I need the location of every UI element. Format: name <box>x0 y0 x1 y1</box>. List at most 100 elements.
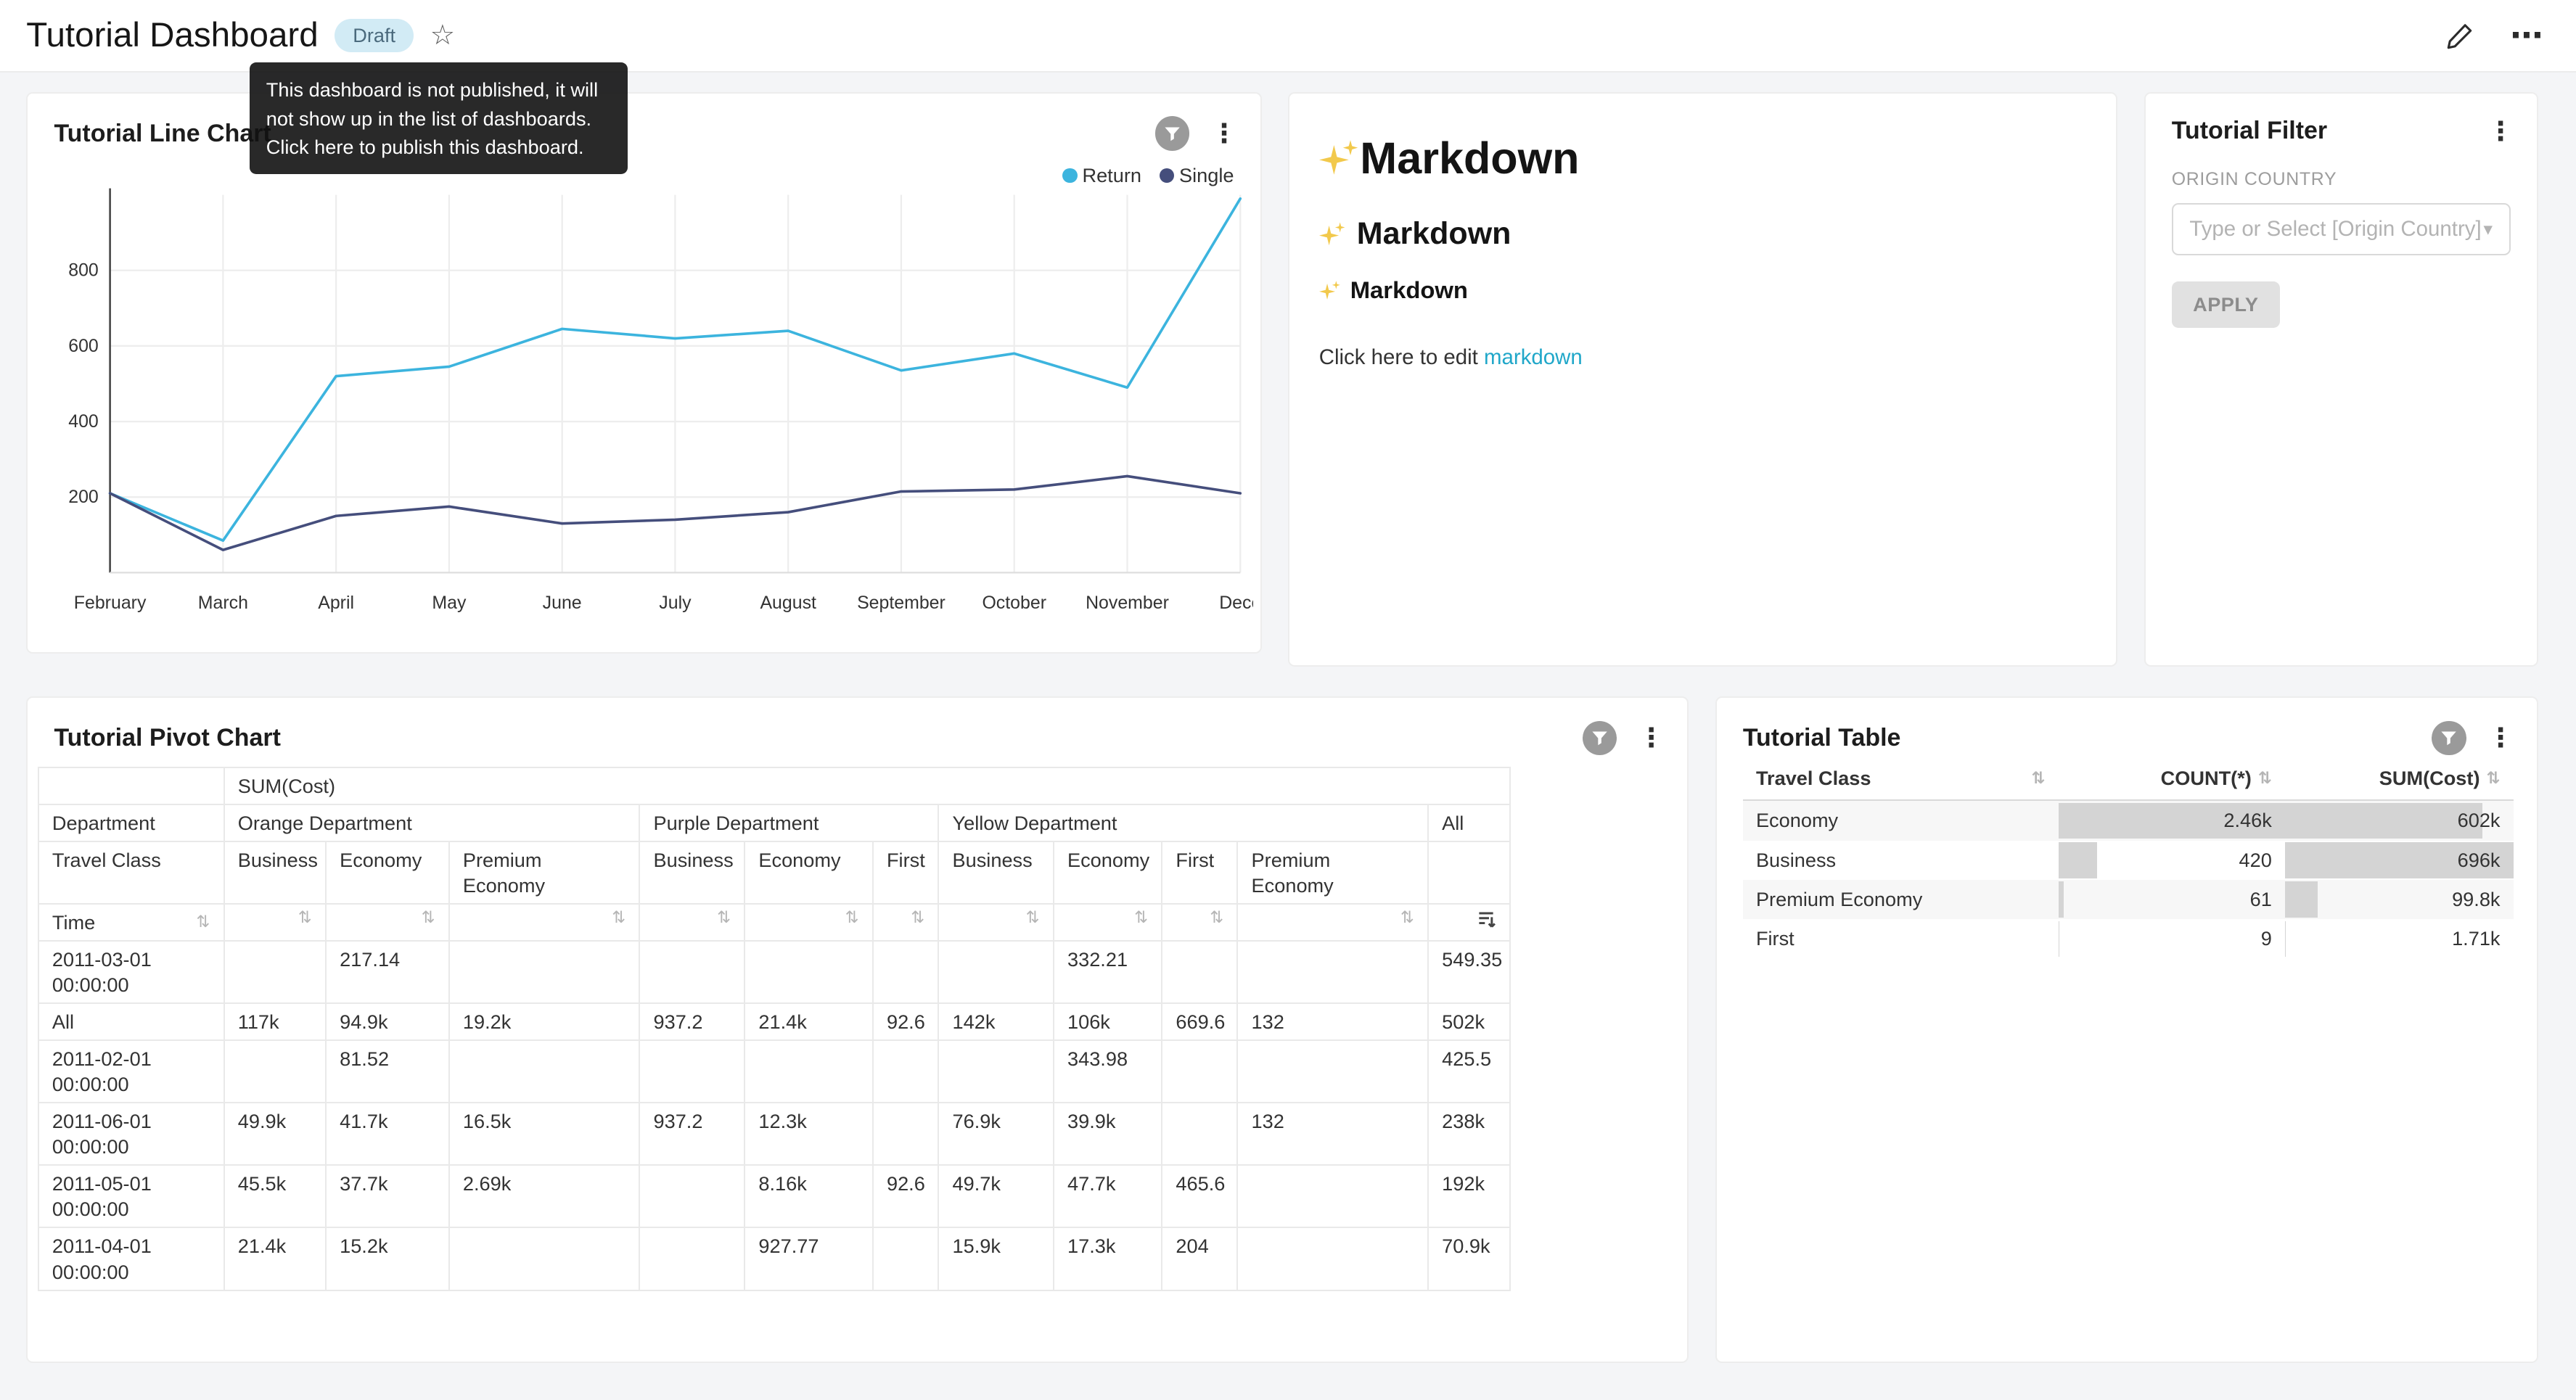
pivot-col-header: Economy <box>745 841 873 904</box>
svg-text:March: March <box>198 593 248 614</box>
pivot-cell: 21.4k <box>224 1227 326 1290</box>
cross-filter-icon[interactable] <box>1583 721 1617 756</box>
sparkles-icon <box>1319 221 1345 247</box>
sort-toggle-icon[interactable]: ⇅ <box>1210 910 1223 926</box>
dashboard-header: Tutorial Dashboard Draft ☆ ⋯ <box>0 0 2576 73</box>
pivot-cell: 41.7k <box>326 1103 449 1165</box>
pivot-row-label: All <box>38 1003 224 1040</box>
line-chart-svg: 200400600800FebruaryMarchAprilMayJuneJul… <box>38 178 1253 628</box>
more-actions-icon[interactable]: ⋯ <box>2510 25 2543 45</box>
svg-text:Dece: Dece <box>1219 593 1253 614</box>
svg-text:200: 200 <box>68 487 99 508</box>
pivot-cell: 92.6 <box>873 1165 939 1227</box>
pivot-class-header: Travel Class <box>38 841 224 904</box>
pivot-col-header: Business <box>938 841 1053 904</box>
pivot-row-label: 2011-06-01 00:00:00 <box>38 1103 224 1165</box>
kebab-menu-icon[interactable]: ⋮ <box>2487 118 2514 144</box>
card-tutorial-table: Tutorial Table ⋮ Travel Class⇅COUNT(*)⇅S… <box>1715 696 2538 1363</box>
pivot-cell: 92.6 <box>873 1003 939 1040</box>
table-col-label: Travel Class <box>1756 767 1871 790</box>
pivot-metric-header: SUM(Cost) <box>224 767 1511 804</box>
card-title: Tutorial Line Chart <box>54 119 271 149</box>
pivot-group-header: Orange Department <box>224 804 640 841</box>
pivot-group-header: Purple Department <box>639 804 938 841</box>
favorite-star-icon[interactable]: ☆ <box>430 22 456 49</box>
card-title: Tutorial Filter <box>2172 116 2327 146</box>
table-cell-sum: 1.71k <box>2285 919 2514 958</box>
table-col-label: COUNT(*) <box>2161 767 2252 790</box>
sort-toggle-icon[interactable]: ⇅ <box>298 910 312 926</box>
sort-toggle-icon[interactable]: ⇅ <box>717 910 731 926</box>
svg-text:April: April <box>318 593 354 614</box>
sort-toggle-icon[interactable]: ⇅ <box>612 910 625 926</box>
cross-filter-icon[interactable] <box>2432 721 2466 756</box>
pivot-cell: 425.5 <box>1428 1040 1510 1103</box>
table-row: Premium Economy6199.8k <box>1743 880 2514 919</box>
pivot-time-label: Time <box>52 910 95 935</box>
pivot-row-label: 2011-04-01 00:00:00 <box>38 1227 224 1290</box>
pivot-row: 2011-05-01 00:00:0045.5k37.7k2.69k8.16k9… <box>38 1165 1511 1227</box>
data-table: Travel Class⇅COUNT(*)⇅SUM(Cost)⇅Economy2… <box>1743 757 2514 958</box>
markdown-h1-text: Markdown <box>1360 133 1579 184</box>
edit-pencil-icon[interactable] <box>2446 22 2474 49</box>
pivot-cell <box>1162 941 1237 1003</box>
sort-toggle-icon[interactable]: ⇅ <box>1400 910 1414 926</box>
table-col-header[interactable]: Travel Class⇅ <box>1743 757 2059 800</box>
cell-value: 602k <box>2298 801 2500 840</box>
pivot-cell <box>639 1040 745 1103</box>
origin-country-select[interactable]: Type or Select [Origin Country] ▾ <box>2172 203 2511 255</box>
sort-toggle-icon[interactable]: ⇅ <box>911 910 924 926</box>
apply-button[interactable]: APPLY <box>2172 281 2280 328</box>
pivot-col-header: First <box>873 841 939 904</box>
draft-badge[interactable]: Draft <box>335 19 414 52</box>
markdown-edit-link[interactable]: markdown <box>1484 345 1583 369</box>
svg-text:600: 600 <box>68 336 99 356</box>
line-chart-plot: 200400600800FebruaryMarchAprilMayJuneJul… <box>38 178 1257 638</box>
pivot-cell <box>938 1040 1053 1103</box>
kebab-menu-icon[interactable]: ⋮ <box>1211 120 1237 147</box>
table-col-header[interactable]: COUNT(*)⇅ <box>2059 757 2285 800</box>
sparkles-icon <box>1319 139 1358 178</box>
chevron-down-icon: ▾ <box>2484 218 2493 240</box>
kebab-menu-icon[interactable]: ⋮ <box>1638 725 1664 751</box>
pivot-cell: 8.16k <box>745 1165 873 1227</box>
sort-toggle-icon[interactable]: ⇅ <box>845 910 859 926</box>
table-col-header[interactable]: SUM(Cost) ⇅ <box>2285 757 2514 800</box>
pivot-cell <box>1237 1165 1428 1227</box>
pivot-cell <box>449 941 640 1003</box>
markdown-heading-3: Markdown <box>1319 276 2087 304</box>
cell-value: 420 <box>2072 841 2272 880</box>
pivot-cell: 47.7k <box>1054 1165 1162 1227</box>
pivot-cell: 465.6 <box>1162 1165 1237 1227</box>
svg-text:November: November <box>1086 593 1169 614</box>
cross-filter-icon[interactable] <box>1155 116 1190 151</box>
cell-value: 696k <box>2298 841 2500 880</box>
pivot-cell: 117k <box>224 1003 326 1040</box>
pivot-cell: 49.9k <box>224 1103 326 1165</box>
svg-text:September: September <box>857 593 946 614</box>
pivot-cell: 76.9k <box>938 1103 1053 1165</box>
svg-text:May: May <box>432 593 467 614</box>
pivot-cell: 142k <box>938 1003 1053 1040</box>
pivot-cell: 17.3k <box>1054 1227 1162 1290</box>
sort-toggle-icon[interactable]: ⇅ <box>1134 910 1148 926</box>
pivot-cell: 2.69k <box>449 1165 640 1227</box>
pivot-cell: 502k <box>1428 1003 1510 1040</box>
kebab-menu-icon[interactable]: ⋮ <box>2487 725 2514 751</box>
pivot-col-header: Business <box>224 841 326 904</box>
sort-desc-icon[interactable] <box>1477 910 1496 929</box>
pivot-cell <box>745 1040 873 1103</box>
pivot-cell: 45.5k <box>224 1165 326 1227</box>
dashboard-page: Tutorial Dashboard Draft ☆ ⋯ This dashbo… <box>0 0 2576 1399</box>
svg-text:June: June <box>542 593 581 614</box>
sort-toggle-icon[interactable]: ⇅ <box>197 914 210 931</box>
table-row: Business420696k <box>1743 841 2514 880</box>
pivot-cell: 927.77 <box>745 1227 873 1290</box>
sort-toggle-icon[interactable]: ⇅ <box>422 910 435 926</box>
sort-toggle-icon[interactable]: ⇅ <box>1026 910 1040 926</box>
table-col-label: SUM(Cost) <box>2379 767 2480 790</box>
svg-text:July: July <box>659 593 692 614</box>
pivot-cell <box>938 941 1053 1003</box>
sort-toggle-icon: ⇅ <box>2487 770 2501 787</box>
pivot-row: All117k94.9k19.2k937.221.4k92.6142k106k6… <box>38 1003 1511 1040</box>
